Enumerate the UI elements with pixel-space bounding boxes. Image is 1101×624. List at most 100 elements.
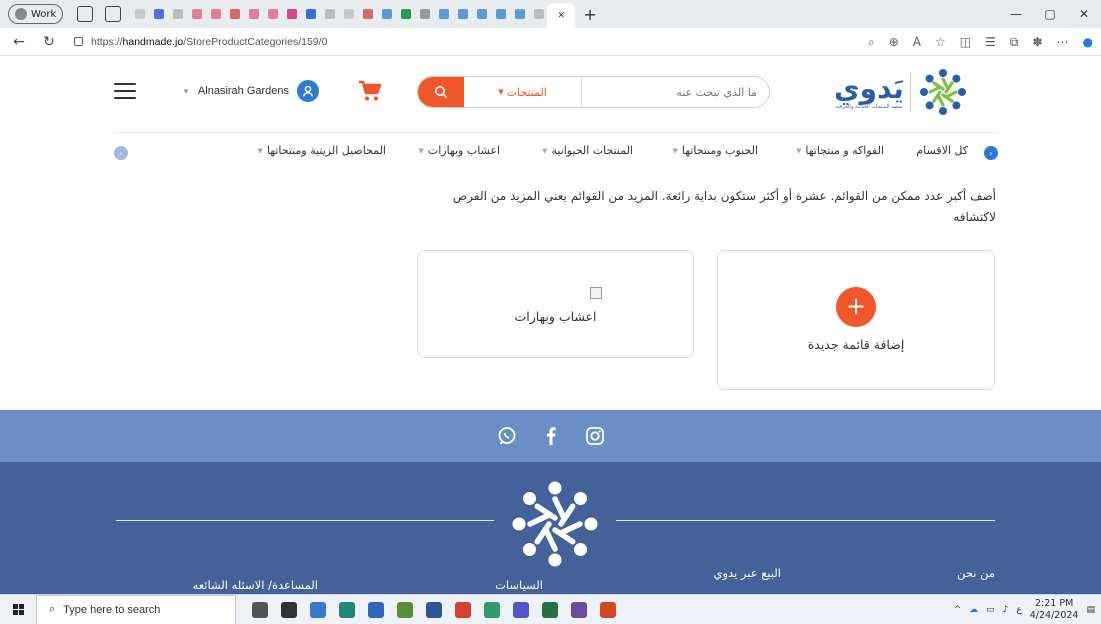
chevron-left-icon[interactable]: ‹ [114,146,128,160]
tab-favicon-icon [495,9,506,19]
more-menu-icon[interactable]: ⋯ [1057,35,1069,49]
browser-tab[interactable]: M [302,4,319,24]
network-icon[interactable]: ▭ [986,605,995,615]
browser-tab[interactable]: Yi [416,4,433,24]
browser-tab-active[interactable]: ✕ [547,3,576,29]
account-selector[interactable]: ▼ Alnasirah Gardens [182,80,320,102]
browser-tab[interactable]: M [530,4,547,24]
tab-favicon-icon [229,9,240,19]
browser-tab[interactable]: D [359,4,376,24]
powerpoint-icon[interactable] [600,601,616,618]
hamburger-menu-icon[interactable] [114,83,136,99]
chevron-up-icon[interactable]: ^ [954,605,962,615]
category-item-grains[interactable]: ▼ الحبوب ومنتجاتها [672,144,758,157]
chrome-icon[interactable] [455,601,471,618]
whatsapp-icon[interactable] [496,425,518,447]
app-icon[interactable] [368,601,384,618]
task-view-icon[interactable] [252,601,268,618]
browser-tab[interactable]: M [321,4,338,24]
workspaces-icon[interactable] [105,6,122,22]
browser-tab[interactable]: fil [226,4,243,24]
app-icon[interactable] [571,601,587,618]
new-tab-button[interactable]: + [583,5,596,24]
browser-tab[interactable]: Ya [511,4,528,24]
collections-icon[interactable]: ⧉ [1010,35,1019,50]
tab-actions-icon[interactable] [77,6,94,22]
search-category-dropdown[interactable]: ▼ المنتجات [464,77,582,107]
browser-tab[interactable]: (2 [150,4,167,24]
browser-profile-button[interactable]: Work [8,4,64,24]
search-button[interactable] [418,77,464,107]
maximize-button[interactable]: ▢ [1033,0,1067,28]
app-icon[interactable] [484,601,500,618]
browser-tab[interactable]: Ya [435,4,452,24]
browser-tab[interactable]: Ya [283,4,300,24]
taskbar-search[interactable]: ⌕ Type here to search [36,594,236,624]
close-window-button[interactable]: ✕ [1067,0,1101,28]
zoom-icon[interactable]: ⊕ [889,35,899,49]
teams-icon[interactable] [513,601,529,618]
read-aloud-icon[interactable]: A [913,35,921,49]
add-new-list-card[interactable]: + إضافة قائمة جديدة [717,250,995,390]
app-icon[interactable] [281,601,297,618]
browser-tab[interactable]: In [264,4,281,24]
copilot-icon[interactable]: ● [1083,35,1093,49]
chevron-right-icon[interactable]: › [984,146,998,160]
cart-icon[interactable] [357,79,383,103]
category-item-herbs-spices[interactable]: ▼ اعشاب وبهارات [418,144,500,157]
start-button[interactable] [0,595,36,624]
category-item-animal-products[interactable]: ▼ المنتجات الحيوانية [542,144,633,157]
browser-tab[interactable]: St [245,4,262,24]
add-new-list-label: إضافة قائمة جديدة [807,337,905,352]
browser-tab[interactable]: Sl [169,4,186,24]
footer-link-about[interactable]: من نحن [957,566,995,580]
browser-tab[interactable]: Ya [473,4,490,24]
facebook-icon[interactable] [540,425,562,447]
search-input[interactable] [582,77,769,107]
split-screen-icon[interactable]: ◫ [960,35,971,49]
tab-favicon-icon [324,9,335,19]
url-text: https://handmade.jo/StoreProductCategori… [91,35,328,48]
edge-icon[interactable] [339,601,355,618]
url-field[interactable]: https://handmade.jo/StoreProductCategori… [74,36,327,48]
app-icon[interactable] [397,601,413,618]
browser-tab[interactable]: Ya [340,4,357,24]
caret-down-icon: ▼ [498,88,504,96]
browser-tab[interactable]: 6i [378,4,395,24]
browser-tab[interactable]: hi [397,4,414,24]
site-info-icon[interactable] [74,37,83,46]
cloud-icon[interactable]: ☁ [969,605,978,615]
browser-tab[interactable]: M [207,4,224,24]
back-button[interactable]: ← [8,34,30,50]
browser-tab[interactable]: Ya [492,4,509,24]
category-item-all[interactable]: كل الاقسام [916,144,968,157]
favorite-star-icon[interactable]: ☆ [935,35,946,49]
user-icon[interactable] [297,80,320,102]
language-icon[interactable]: ع [1016,605,1021,615]
app-icon[interactable] [310,601,326,618]
site-logo[interactable]: يَدوي منصة المنتجات الغذائية والحرفية [834,64,999,120]
search-page-icon[interactable]: ⌕ [868,35,875,50]
instagram-icon[interactable] [584,425,606,447]
browser-tab[interactable]: Ya [454,4,471,24]
add-icon[interactable]: + [836,287,876,327]
tab-close-icon[interactable]: ✕ [558,11,566,21]
volume-icon[interactable]: ♪ [1003,605,1009,615]
excel-icon[interactable] [542,601,558,618]
extension-icon[interactable]: ✽ [1032,35,1042,49]
refresh-button[interactable]: ↻ [38,34,60,50]
browser-tab[interactable]: Sc [131,4,148,24]
footer-link-sell[interactable]: البيع عبر يدوي [713,566,781,580]
word-icon[interactable] [426,601,442,618]
notifications-icon[interactable]: ▤ [1086,605,1095,615]
footer-logo-icon [512,481,598,567]
favorites-list-icon[interactable]: ☰ [985,35,996,49]
category-item-oil-crops[interactable]: ▼ المحاصيل الزيتية ومنتجاتها [258,144,386,157]
minimize-button[interactable]: — [999,0,1033,28]
footer-link-policies[interactable]: السياسات [495,578,543,592]
clock[interactable]: 2:21 PM 4/24/2024 [1030,598,1079,622]
browser-tab[interactable]: Th [188,4,205,24]
list-card[interactable]: اعشاب وبهارات [417,250,694,358]
footer-link-help[interactable]: المساعدة/ الاسئله الشائعه [193,578,318,592]
category-item-fruits[interactable]: ▼ الفواكه و منتجاتها [796,144,884,157]
